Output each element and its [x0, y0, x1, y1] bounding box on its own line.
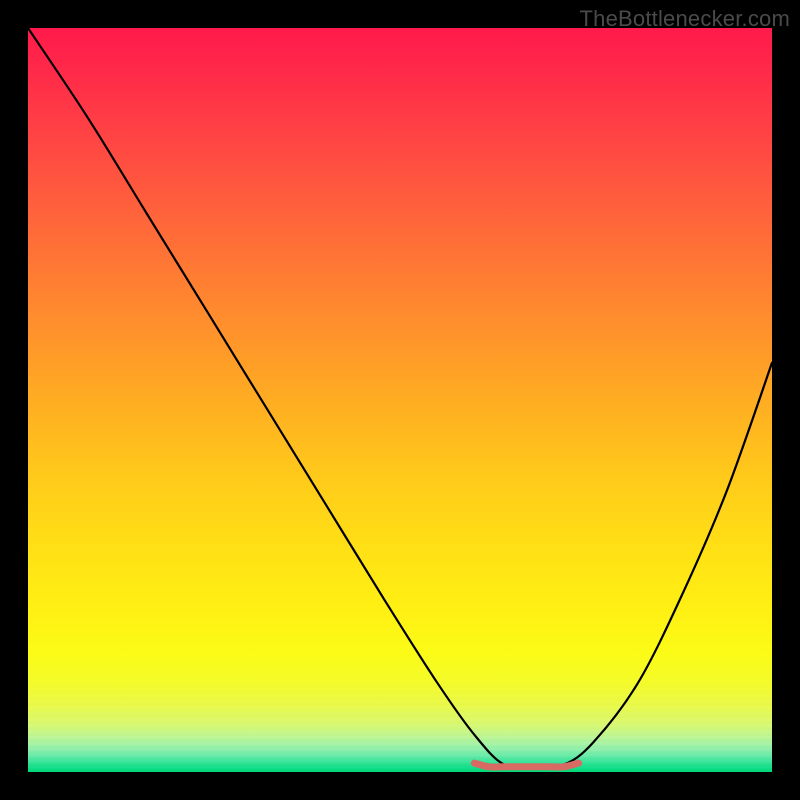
plot-area — [28, 28, 772, 772]
bottleneck-curve-path — [28, 28, 772, 767]
chart-svg — [28, 28, 772, 772]
watermark-text: TheBottleneсker.com — [580, 6, 790, 32]
optimal-marker-path — [474, 763, 578, 767]
chart-frame: TheBottleneсker.com — [0, 0, 800, 800]
